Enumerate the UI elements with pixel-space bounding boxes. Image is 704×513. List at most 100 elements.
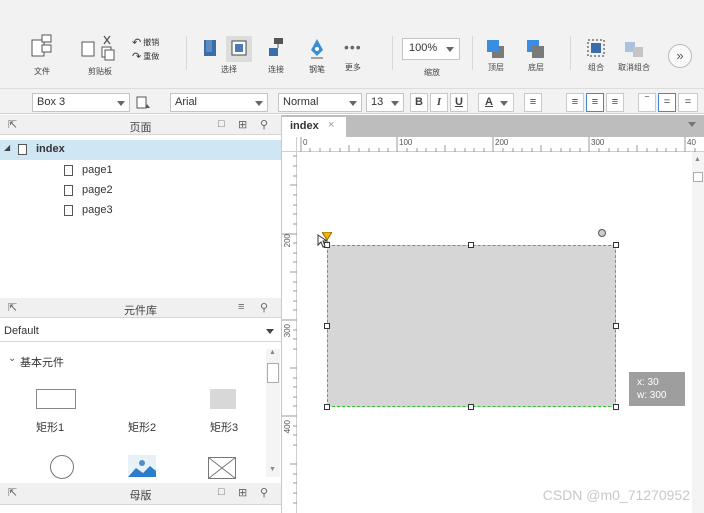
clipboard-button[interactable]: 剪贴板	[80, 34, 120, 77]
chevron-down-icon	[117, 101, 125, 106]
object-select[interactable]: Box 3	[32, 93, 130, 112]
toolbar-overflow-button[interactable]: »	[668, 44, 692, 68]
library-select[interactable]: Default	[0, 320, 281, 342]
font-family-select[interactable]: Arial	[170, 93, 268, 112]
page-tree-item[interactable]: page3	[0, 201, 281, 221]
page-tree-root[interactable]: ◢ index	[0, 140, 281, 160]
page-tree-item[interactable]: page1	[0, 161, 281, 181]
format-toolbar: Box 3 Arial Normal 13 B I U A ≡ ≡ ≡ ≡ ‾	[0, 88, 704, 114]
page-icon	[64, 185, 73, 196]
format-painter-icon	[136, 96, 150, 109]
scrollbar-thumb[interactable]	[267, 363, 279, 383]
add-folder-icon[interactable]: ⊞	[238, 118, 247, 131]
widgets-scrollbar[interactable]: ▲ ▼	[266, 349, 280, 477]
valign-middle-button[interactable]: =	[658, 93, 676, 112]
more-tools-button[interactable]: ••• 更多	[344, 38, 362, 73]
group-label: 组合	[588, 63, 604, 72]
page-tree-item[interactable]: page2	[0, 181, 281, 201]
close-icon[interactable]: ×	[328, 119, 334, 131]
pages-panel-header: ⇱ 页面 □ ⊞ ⚲	[0, 115, 281, 135]
ruler-corner	[282, 137, 297, 152]
underline-button[interactable]: U	[450, 93, 468, 112]
page-icon	[64, 165, 73, 176]
font-style-value: Normal	[283, 96, 319, 108]
ruler-tick-label: 100	[399, 138, 413, 147]
pages-tree: ◢ index page1 page2 page3	[0, 136, 281, 296]
align-center-button[interactable]: ≡	[586, 93, 604, 112]
send-to-back-button[interactable]: 底层	[524, 38, 548, 73]
chevron-down-icon[interactable]	[688, 122, 696, 127]
bold-button[interactable]: B	[410, 93, 428, 112]
font-color-button[interactable]: A	[478, 93, 514, 112]
align-center-icon: ≡	[591, 96, 599, 108]
main-toolbar: 文件 剪贴板 ↶ 撤销 ↷ 重做 选择 连接 钢笔 ••• 更多 100% 缩放…	[0, 0, 704, 88]
align-right-button[interactable]: ≡	[606, 93, 624, 112]
search-icon[interactable]: ⚲	[260, 301, 268, 314]
resize-handle[interactable]	[613, 242, 619, 248]
add-master-icon[interactable]: □	[218, 486, 225, 498]
file-button[interactable]: 文件	[30, 34, 54, 77]
font-family-value: Arial	[175, 96, 198, 108]
undo-button[interactable]: ↶ 撤销	[132, 36, 159, 49]
tab-index[interactable]: index ×	[282, 117, 346, 137]
toolbar-divider	[186, 36, 187, 70]
format-painter-button[interactable]	[134, 94, 152, 112]
zoom-select[interactable]: 100%	[402, 38, 460, 60]
resize-handle[interactable]	[468, 242, 474, 248]
mouse-cursor-icon	[317, 234, 329, 248]
scroll-up-icon[interactable]: ▲	[269, 349, 276, 356]
image-widget-icon[interactable]	[128, 455, 156, 477]
menu-icon[interactable]: ≡	[238, 301, 244, 313]
pen-tool-button[interactable]: 钢笔	[306, 36, 328, 75]
chevron-down-icon[interactable]: ⌄	[8, 353, 16, 364]
ungroup-button[interactable]: 取消组合	[618, 38, 650, 73]
select-tool-button[interactable]: 选择	[196, 36, 256, 75]
scroll-down-icon[interactable]: ▼	[269, 466, 276, 473]
scroll-up-icon[interactable]: ▲	[694, 156, 701, 163]
placeholder-widget-icon[interactable]	[208, 457, 236, 479]
rectangle-widget-icon[interactable]	[210, 389, 236, 409]
font-size-select[interactable]: 13	[366, 93, 404, 112]
toolbar-divider	[392, 36, 393, 70]
valign-top-button[interactable]: ‾	[638, 93, 656, 112]
page-tree-root-label: index	[36, 143, 65, 155]
italic-button[interactable]: I	[430, 93, 448, 112]
document-tabbar: index ×	[282, 115, 704, 137]
align-left-button[interactable]: ≡	[566, 93, 584, 112]
tab-index-label: index	[290, 120, 319, 132]
bring-to-front-icon	[487, 40, 504, 58]
add-folder-icon[interactable]: ⊞	[238, 486, 247, 499]
font-style-select[interactable]: Normal	[278, 93, 362, 112]
search-icon[interactable]: ⚲	[260, 486, 268, 499]
resize-handle[interactable]	[613, 404, 619, 410]
page-tree-item-label: page3	[82, 204, 113, 216]
widget-item-label: 矩形1	[36, 422, 65, 434]
selected-box-widget[interactable]	[327, 245, 616, 407]
resize-handle[interactable]	[324, 323, 330, 329]
rectangle-widget-icon[interactable]	[36, 389, 76, 409]
list-icon: ≡	[529, 96, 537, 108]
resize-handle[interactable]	[613, 323, 619, 329]
tooltip-width-value: w: 300	[637, 390, 667, 401]
scrollbar-thumb[interactable]	[693, 172, 703, 182]
bullet-list-button[interactable]: ≡	[524, 93, 542, 112]
rotate-handle[interactable]	[598, 229, 606, 237]
design-canvas[interactable]: x: 30 w: 300	[298, 152, 692, 513]
resize-handle[interactable]	[468, 404, 474, 410]
valign-bottom-button[interactable]: =	[678, 93, 698, 112]
rectangle-widget-icon[interactable]	[122, 389, 162, 409]
add-page-icon[interactable]: □	[218, 118, 225, 130]
connect-tool-button[interactable]: 连接	[266, 36, 286, 75]
chevron-down-icon	[255, 101, 263, 106]
resize-handle[interactable]	[324, 404, 330, 410]
bring-to-front-button[interactable]: 顶层	[484, 38, 508, 73]
ruler-tick-label: 200	[495, 138, 509, 147]
ellipse-widget-icon[interactable]	[50, 455, 74, 479]
search-icon[interactable]: ⚲	[260, 118, 268, 131]
chevron-down-icon	[500, 101, 508, 106]
redo-button[interactable]: ↷ 重做	[132, 50, 159, 63]
canvas-scrollbar[interactable]: ▲	[692, 152, 704, 513]
group-button[interactable]: 组合	[584, 38, 608, 73]
expand-triangle-icon[interactable]: ◢	[4, 143, 10, 152]
masters-panel-header: ⇱ 母版 □ ⊞ ⚲	[0, 483, 281, 505]
